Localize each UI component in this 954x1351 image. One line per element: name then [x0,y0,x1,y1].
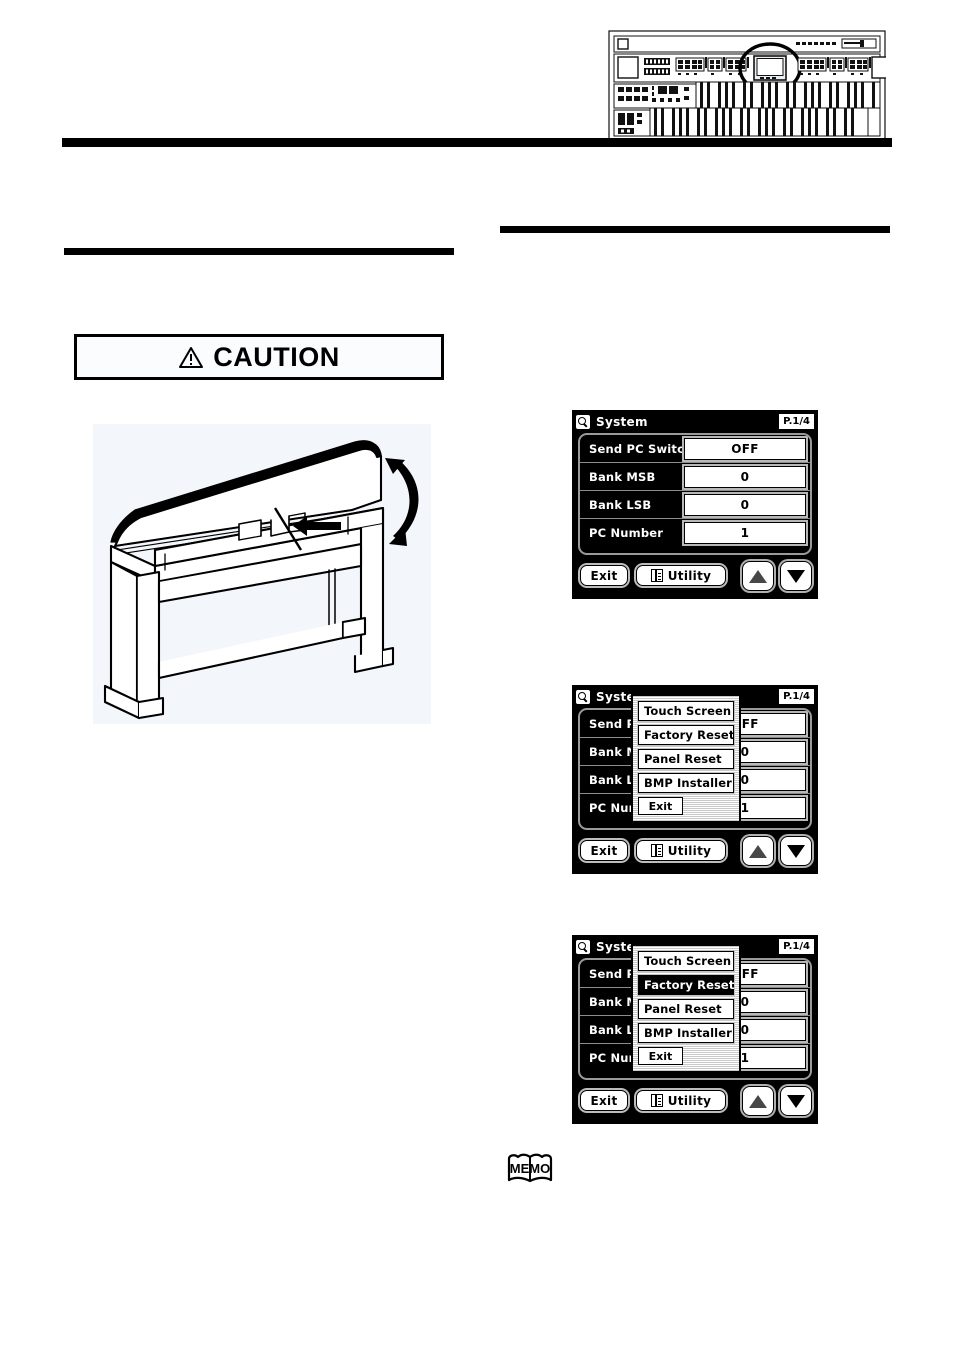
lcd-page-indicator: P.1/4 [779,414,814,429]
menu-item-factory-reset[interactable]: Factory Reset [638,725,734,745]
table-row[interactable]: Bank MSB 0 [580,463,810,491]
menu-item-bmp-installer[interactable]: BMP Installer [638,773,734,793]
param-label: Send PC Switch [589,441,693,456]
triangle-up-icon [749,569,767,583]
exit-button[interactable]: Exit [580,840,628,861]
exit-button-label: Exit [590,843,618,858]
param-value[interactable]: 0 [684,465,806,488]
triangle-down-icon [787,569,805,583]
utility-popup-menu[interactable]: Touch Screen Factory Reset Panel Reset B… [631,944,741,1073]
param-label: Bank MSB [589,469,656,484]
menu-item-touch-screen[interactable]: Touch Screen [638,701,734,721]
lcd-screen-factory-reset-selected[interactable]: Syster P.1/4 Send PC OFF Bank MS 0 Bank … [572,935,818,1124]
list-document-icon [650,1094,663,1107]
organ-console-diagram [608,30,886,142]
exit-button[interactable]: Exit [580,565,628,586]
exit-button-label: Exit [590,1093,618,1108]
caution-label: CAUTION [213,341,340,372]
menu-item-panel-reset[interactable]: Panel Reset [638,999,734,1019]
table-row[interactable]: PC Number 1 [580,519,810,547]
param-value[interactable]: 1 [684,522,806,544]
lcd-screen-system-page1[interactable]: System P.1/4 Send PC Switch OFF Bank MSB… [572,410,818,599]
lcd-page-indicator: P.1/4 [779,689,814,704]
lcd-title-text: System [596,414,648,429]
page-down-button[interactable] [780,836,812,866]
header-divider-rule [62,138,892,147]
magnifier-icon [576,939,590,954]
svg-text:MEMO: MEMO [510,1161,550,1176]
page-up-button[interactable] [742,561,774,591]
memo-book-icon: MEMO [504,1152,556,1186]
lcd-parameter-list: Send PC Switch OFF Bank MSB 0 Bank LSB 0… [578,433,812,555]
utility-button[interactable]: Utility [636,565,726,586]
param-value[interactable]: 0 [684,493,806,516]
page-down-button[interactable] [780,561,812,591]
magnifier-icon [576,689,590,704]
menu-item-touch-screen[interactable]: Touch Screen [638,951,734,971]
table-row[interactable]: Bank LSB 0 [580,491,810,519]
triangle-down-icon [787,1094,805,1108]
utility-button[interactable]: Utility [636,840,726,861]
lcd-screen-utility-menu-open[interactable]: Syster P.1/4 Send PC OFF Bank MS 0 Bank … [572,685,818,874]
triangle-down-icon [787,844,805,858]
triangle-up-icon [749,1094,767,1108]
table-row[interactable]: Send PC Switch OFF [580,435,810,463]
right-column-section-rule [500,226,890,233]
menu-item-bmp-installer[interactable]: BMP Installer [638,1023,734,1043]
exit-button-label: Exit [590,568,618,583]
magnifier-icon [576,414,590,429]
warning-triangle-icon [179,346,204,368]
utility-button-label: Utility [667,1093,712,1108]
param-value[interactable]: OFF [684,437,806,460]
menu-item-factory-reset[interactable]: Factory Reset [638,975,734,995]
page-up-button[interactable] [742,1086,774,1116]
lcd-title-bar: System P.1/4 [576,413,814,430]
menu-item-panel-reset[interactable]: Panel Reset [638,749,734,769]
caution-box: CAUTION [74,334,444,380]
lcd-bottom-bar: Exit Utility [572,559,818,599]
lcd-bottom-bar: Exit Utility [572,834,818,874]
utility-button[interactable]: Utility [636,1090,726,1111]
lcd-page-indicator: P.1/4 [779,939,814,954]
page-down-button[interactable] [780,1086,812,1116]
lcd-bottom-bar: Exit Utility [572,1084,818,1124]
exit-button[interactable]: Exit [580,1090,628,1111]
menu-exit-button[interactable]: Exit [638,1047,683,1065]
page-up-button[interactable] [742,836,774,866]
param-label: Bank LSB [589,497,652,512]
triangle-up-icon [749,844,767,858]
utility-button-label: Utility [667,568,712,583]
left-column-section-rule [64,248,454,255]
utility-button-label: Utility [667,843,712,858]
menu-exit-button[interactable]: Exit [638,797,683,815]
param-label: PC Number [589,526,664,540]
utility-popup-menu[interactable]: Touch Screen Factory Reset Panel Reset B… [631,694,741,823]
list-document-icon [650,569,663,582]
list-document-icon [650,844,663,857]
bench-lid-diagram [93,424,431,724]
